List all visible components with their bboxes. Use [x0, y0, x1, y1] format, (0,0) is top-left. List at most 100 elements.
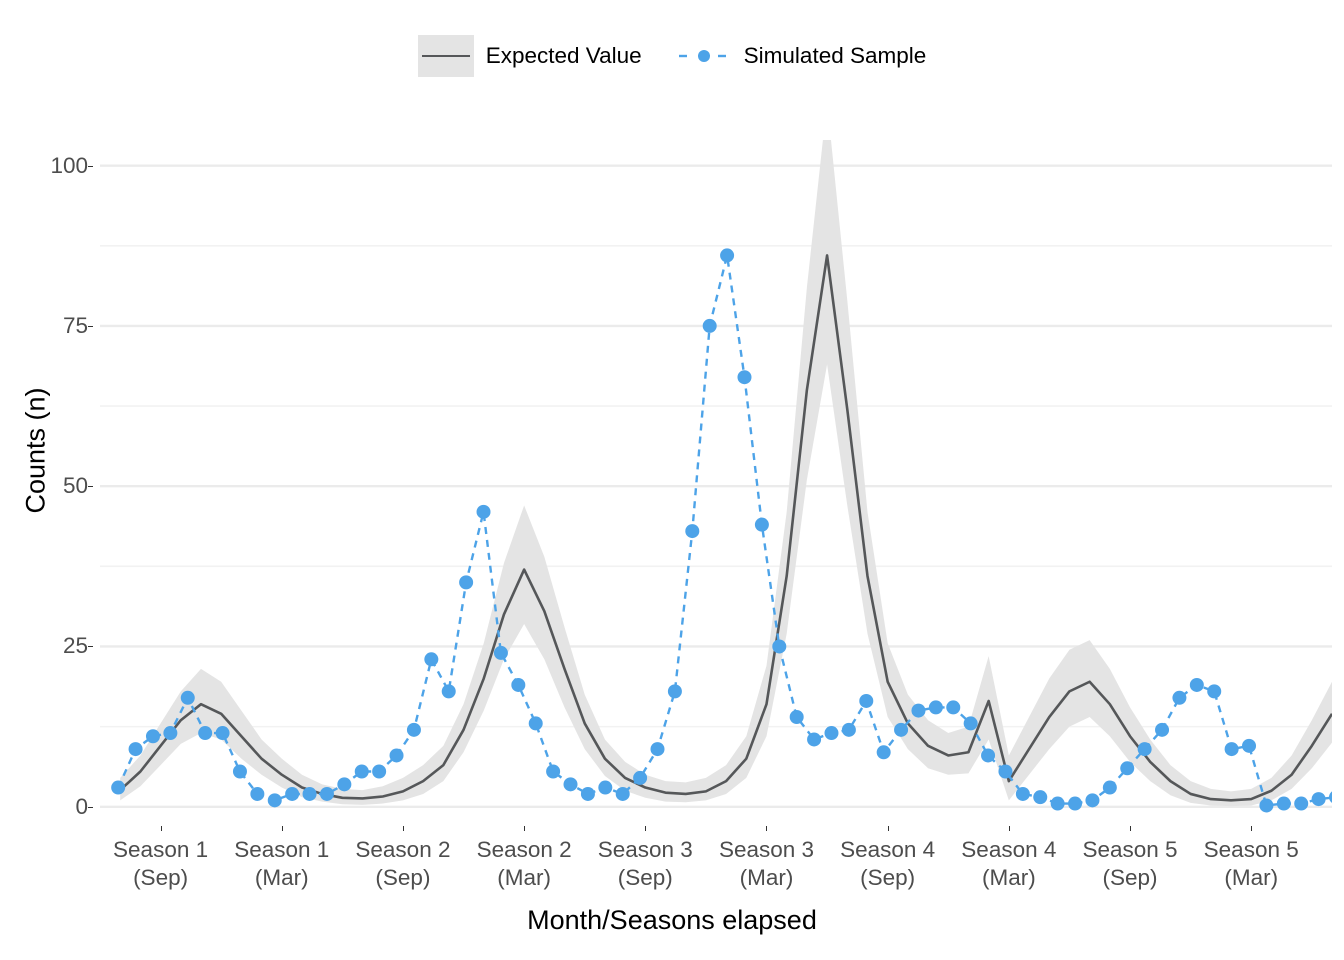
data-point: [1189, 677, 1204, 692]
data-point: [702, 318, 717, 333]
data-point: [476, 504, 491, 519]
data-point: [1033, 790, 1048, 805]
x-tick-mark: [887, 826, 889, 831]
data-point: [876, 745, 891, 760]
x-tick-mark: [402, 826, 404, 831]
x-tick-label-line1: Season 5: [1203, 837, 1299, 862]
data-point: [737, 370, 752, 385]
data-point: [754, 517, 769, 532]
data-point: [911, 703, 926, 718]
data-point: [633, 770, 648, 785]
data-point: [1294, 796, 1309, 811]
data-point: [789, 710, 804, 725]
y-tick-label: 75: [62, 312, 88, 338]
data-point: [198, 726, 213, 741]
y-tick-mark: [88, 325, 93, 327]
plot-canvas: [100, 140, 1332, 813]
data-point: [1172, 690, 1187, 705]
data-point: [824, 726, 839, 741]
data-point: [511, 677, 526, 692]
data-point: [163, 726, 178, 741]
gridlines: [100, 164, 1332, 808]
data-point: [1120, 761, 1135, 776]
data-point: [1329, 791, 1332, 803]
simulated-sample-points: [111, 248, 1332, 813]
data-point: [685, 524, 700, 539]
y-tick-label: 0: [75, 793, 88, 819]
legend-entry-simulated-sample: Simulated Sample: [676, 35, 927, 77]
data-point: [1242, 738, 1257, 753]
data-point: [772, 639, 787, 654]
data-point: [319, 786, 334, 801]
data-point: [1050, 796, 1065, 811]
data-point: [1085, 793, 1100, 808]
plot-panel: [100, 140, 1332, 826]
data-point: [1276, 796, 1291, 811]
data-point: [580, 786, 595, 801]
data-point: [459, 575, 474, 590]
x-tick-mark: [160, 826, 162, 831]
y-tick-label: 50: [62, 472, 88, 498]
y-tick-mark: [88, 646, 93, 648]
x-tick-mark: [281, 826, 283, 831]
chart-root: Expected Value Simulated Sample Counts (…: [0, 0, 1344, 960]
y-tick-mark: [88, 806, 93, 808]
x-tick-mark: [645, 826, 647, 831]
data-point: [998, 764, 1013, 779]
legend-entry-expected-value: Expected Value: [417, 35, 642, 77]
y-tick-mark: [88, 165, 93, 167]
data-point: [859, 693, 874, 708]
x-tick-mark: [1008, 826, 1010, 831]
data-point: [807, 732, 822, 747]
y-tick-label: 25: [62, 633, 88, 659]
legend-label-expected-value: Expected Value: [485, 42, 642, 68]
simulated-sample-dashed-point-icon: [676, 35, 732, 77]
data-point: [406, 722, 421, 737]
data-point: [946, 700, 961, 715]
data-point: [389, 748, 404, 763]
data-point: [1068, 796, 1083, 811]
y-tick-label: 100: [50, 152, 88, 178]
data-point: [302, 786, 317, 801]
data-point: [667, 684, 682, 699]
x-tick-mark: [1251, 826, 1253, 831]
x-axis-ticks: Season 1 (Sep) Season 1 (Mar) Season 2 (Sep) S…: [100, 826, 1332, 896]
data-point: [1311, 792, 1326, 807]
data-point: [1207, 684, 1222, 699]
x-axis-title: Month/Seasons elapsed: [527, 905, 817, 935]
data-point: [615, 786, 630, 801]
data-point: [546, 764, 561, 779]
simulated-sample-line: [117, 255, 1332, 807]
data-point: [1015, 786, 1030, 801]
data-point: [424, 652, 439, 667]
chart-legend: Expected Value Simulated Sample: [0, 26, 1344, 86]
x-tick-label-line2: (Mar): [1224, 865, 1279, 891]
expected-value-line-icon: [417, 35, 474, 77]
data-point: [1137, 742, 1152, 757]
data-point: [145, 729, 160, 744]
data-point: [598, 780, 613, 795]
expected-value-line: [119, 254, 1332, 802]
legend-label-simulated-sample: Simulated Sample: [743, 42, 927, 68]
data-point: [1259, 798, 1274, 813]
data-point: [372, 764, 387, 779]
x-tick-mark: [766, 826, 768, 831]
y-tick-mark: [88, 486, 93, 488]
data-point: [215, 726, 230, 741]
data-point: [250, 786, 265, 801]
data-point: [285, 786, 300, 801]
data-point: [720, 248, 735, 263]
data-point: [1224, 742, 1239, 757]
data-point: [111, 780, 126, 795]
data-point: [563, 777, 578, 792]
x-tick-mark: [524, 826, 526, 831]
x-tick-label: Season 5 (Mar): [1171, 836, 1331, 892]
y-axis-ticks: 0 25 50 75 100: [0, 140, 93, 826]
data-point: [493, 645, 508, 660]
data-point: [128, 742, 143, 757]
data-point: [441, 684, 456, 699]
data-point: [528, 716, 543, 731]
data-point: [337, 777, 352, 792]
data-point: [928, 700, 943, 715]
x-tick-mark: [1130, 826, 1132, 831]
